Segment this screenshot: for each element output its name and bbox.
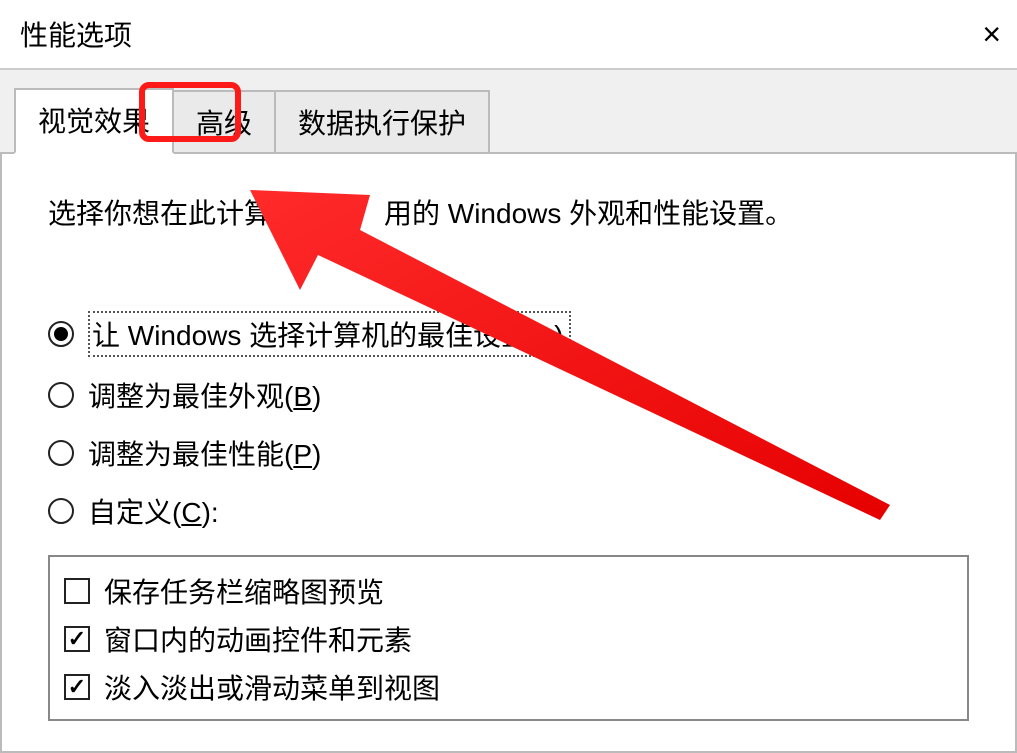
radio-icon [48, 498, 74, 524]
radio-icon [48, 382, 74, 408]
radio-label-suffix: ) [312, 381, 321, 412]
close-icon[interactable]: × [982, 16, 1001, 53]
radio-label-prefix: 调整为最佳性能( [88, 439, 293, 470]
title-bar: 性能选项 × [0, 0, 1017, 68]
radio-label-suffix: ) [312, 439, 321, 470]
checkbox-label: 窗口内的动画控件和元素 [104, 619, 412, 659]
radio-best-appearance[interactable]: 调整为最佳外观(B) [48, 375, 969, 415]
tab-row: 视觉效果 高级 数据执行保护 [0, 70, 1017, 154]
tab-visual-effects[interactable]: 视觉效果 [14, 88, 174, 154]
radio-icon [48, 440, 74, 466]
radio-label-key: L [538, 320, 554, 351]
content-area: 视觉效果 高级 数据执行保护 选择你想在此计算机 用的 Windows 外观和性… [0, 68, 1017, 753]
checkbox-fade-slide[interactable]: 淡入淡出或滑动菜单到视图 [64, 663, 953, 711]
tab-dep[interactable]: 数据执行保护 [274, 90, 490, 154]
description-text: 选择你想在此计算机 用的 Windows 外观和性能设置。 [48, 192, 969, 237]
radio-label: 自定义(C): [88, 491, 219, 531]
checkbox-list: 保存任务栏缩略图预览 窗口内的动画控件和元素 淡入淡出或滑动菜单到视图 [48, 555, 969, 721]
tab-advanced[interactable]: 高级 [172, 90, 276, 154]
radio-label: 调整为最佳性能(P) [88, 433, 321, 473]
window-title: 性能选项 [20, 14, 132, 54]
checkbox-label: 淡入淡出或滑动菜单到视图 [104, 667, 440, 707]
radio-group: 让 Windows 选择计算机的最佳设置(L) 调整为最佳外观(B) 调整为最佳… [48, 311, 969, 531]
checkbox-label: 保存任务栏缩略图预览 [104, 571, 384, 611]
radio-label: 调整为最佳外观(B) [88, 375, 321, 415]
radio-custom[interactable]: 自定义(C): [48, 491, 969, 531]
radio-label-prefix: 自定义( [88, 497, 181, 528]
radio-label-key: P [293, 439, 312, 470]
checkbox-taskbar-thumb[interactable]: 保存任务栏缩略图预览 [64, 567, 953, 615]
checkbox-icon [64, 626, 90, 652]
radio-label-prefix: 调整为最佳外观( [88, 381, 293, 412]
radio-icon [48, 321, 74, 347]
radio-label-key: C [181, 497, 201, 528]
radio-label-suffix: ): [202, 497, 219, 528]
radio-best-performance[interactable]: 调整为最佳性能(P) [48, 433, 969, 473]
radio-label-focused: 让 Windows 选择计算机的最佳设置(L) [88, 311, 571, 357]
radio-let-windows[interactable]: 让 Windows 选择计算机的最佳设置(L) [48, 311, 969, 357]
checkbox-icon [64, 578, 90, 604]
radio-label-key: B [293, 381, 312, 412]
tab-content: 选择你想在此计算机 用的 Windows 外观和性能设置。 让 Windows … [0, 152, 1017, 753]
radio-label-suffix: ) [554, 320, 563, 351]
radio-label-prefix: 让 Windows 选择计算机的最佳设置( [92, 320, 538, 351]
checkbox-window-anim[interactable]: 窗口内的动画控件和元素 [64, 615, 953, 663]
